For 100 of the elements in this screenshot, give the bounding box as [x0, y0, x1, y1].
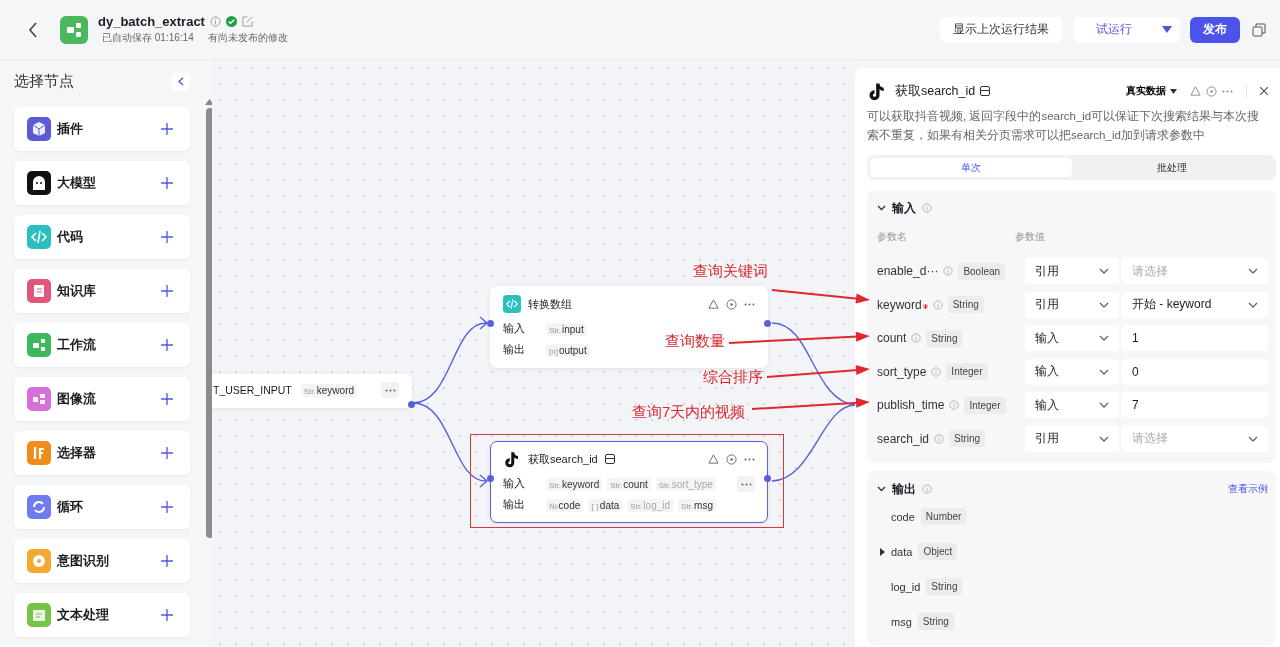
variable-tag: Str.sort_type [655, 477, 716, 491]
more-icon[interactable] [1222, 89, 1233, 93]
workflow-node[interactable]: T_USER_INPUT Str.keyword [212, 374, 412, 408]
close-icon[interactable] [1260, 87, 1268, 95]
type-tag: String [917, 613, 954, 630]
source-select[interactable]: 引用 [1025, 291, 1119, 318]
add-icon[interactable] [161, 285, 173, 297]
value-input[interactable]: 1 [1122, 325, 1268, 351]
value-input[interactable]: 0 [1122, 358, 1268, 385]
sidebar-title: 选择节点 [14, 72, 75, 91]
mode-tab[interactable]: 批处理 [1071, 158, 1273, 177]
node-type-item[interactable]: 图像流 [14, 377, 190, 421]
add-icon[interactable] [161, 339, 173, 351]
music-note-icon [867, 81, 887, 101]
output-port[interactable] [408, 401, 415, 408]
node-type-item[interactable]: 大模型 [14, 161, 190, 205]
source-select[interactable]: 输入 [1025, 392, 1119, 418]
chevron-down-icon [1248, 268, 1258, 274]
node-type-item[interactable]: 插件 [14, 107, 190, 151]
chevron-down-icon [1099, 402, 1109, 408]
autosave-status: 已自动保存 01:16:14 [102, 31, 194, 45]
variable-tag: Str.count [607, 477, 651, 491]
type-tag: Number [920, 508, 967, 525]
port-label: T_USER_INPUT [213, 384, 292, 396]
workflow-node[interactable]: 获取search_id 输入 Str.keyword Str.count Str.sort_type 输出 №code { }data Str.log_id Str.msg [490, 441, 768, 523]
param-name: sort_type [877, 364, 927, 379]
output-name: data [891, 545, 913, 558]
workflow-icon [60, 15, 88, 44]
more-icon [384, 388, 396, 392]
input-port[interactable] [487, 320, 494, 327]
info-icon [934, 433, 945, 444]
unpublished-status: 有尚未发布的修改 [207, 31, 288, 45]
node-type-item[interactable]: 选择器 [14, 431, 190, 475]
node-type-item[interactable]: 代码 [14, 215, 190, 259]
add-icon[interactable] [161, 447, 173, 459]
source-select[interactable]: 引用 [1025, 258, 1119, 284]
add-icon[interactable] [161, 393, 173, 405]
source-select[interactable]: 输入 [1025, 358, 1119, 385]
output-port[interactable] [764, 320, 771, 327]
run-icon[interactable] [726, 298, 737, 310]
back-icon[interactable] [28, 21, 38, 38]
column-header: 参数名 [877, 230, 908, 244]
source-select[interactable]: 引用 [1025, 425, 1119, 452]
add-icon[interactable] [161, 123, 173, 135]
variable-tag: { }data [588, 498, 623, 512]
chevron-down-icon [1248, 301, 1258, 308]
music-note-icon [503, 450, 521, 468]
port-label: 输入 [503, 322, 526, 336]
variable-tag: Str.input [546, 322, 587, 336]
node-description: 可以获取抖音视频, 返回字段中的search_id可以保证下次搜索结果与本次搜索不重复，如果有相关分页需求可以把search_id加到请求参数中 [867, 109, 1261, 143]
node-type-item[interactable]: 文本处理 [14, 593, 190, 637]
node-title: 获取search_id [528, 451, 598, 467]
chevron-down-icon [1099, 268, 1109, 274]
workflow-title: dy_batch_extract [98, 14, 205, 29]
more-icon[interactable] [744, 302, 755, 306]
output-port[interactable] [764, 475, 771, 482]
chevron-down-icon[interactable] [877, 205, 886, 211]
output-name: log_id [891, 580, 921, 593]
run-icon[interactable] [726, 453, 737, 465]
debug-icon[interactable] [708, 453, 719, 465]
value-input[interactable]: 7 [1122, 392, 1268, 418]
add-icon[interactable] [161, 501, 173, 513]
type-tag: String [926, 329, 963, 347]
add-icon[interactable] [161, 231, 173, 243]
node-type-item[interactable]: 工作流 [14, 323, 190, 367]
type-tag: String [949, 430, 986, 447]
view-example-link[interactable]: 查看示例 [1228, 482, 1268, 496]
last-run-button[interactable]: 显示上次运行结果 [940, 16, 1062, 43]
annotation-label: 查询7天内的视频 [632, 403, 746, 422]
copy-icon[interactable] [1252, 22, 1266, 37]
publish-button[interactable]: 发布 [1190, 16, 1240, 43]
column-header: 参数值 [1015, 230, 1045, 244]
add-icon[interactable] [161, 609, 173, 621]
source-select[interactable]: 输入 [1025, 325, 1119, 351]
variable-tag: Str.keyword [300, 383, 358, 397]
add-icon[interactable] [161, 555, 173, 567]
input-port[interactable] [487, 475, 494, 482]
mode-tab[interactable]: 单次 [870, 158, 1072, 177]
scroll-up-icon[interactable] [205, 99, 214, 105]
annotation-label: 综合排序 [703, 368, 763, 387]
value-select[interactable]: 开始 - keyword [1122, 291, 1268, 318]
debug-icon[interactable] [1190, 85, 1201, 97]
add-icon[interactable] [161, 177, 173, 189]
debug-icon[interactable] [708, 298, 719, 310]
info-icon [922, 484, 932, 494]
expand-caret-icon[interactable] [880, 547, 885, 556]
chevron-down-icon[interactable] [877, 486, 886, 492]
caret-icon [1162, 26, 1172, 33]
data-mode-dropdown[interactable]: 真实数据 [1126, 84, 1177, 98]
node-type-item[interactable]: 循环 [14, 485, 190, 529]
collapse-button[interactable] [172, 72, 190, 91]
chevron-left-icon [178, 77, 184, 86]
more-icon[interactable] [744, 457, 755, 461]
node-type-item[interactable]: 知识库 [14, 269, 190, 313]
info-icon [932, 299, 943, 310]
type-tag: Boolean [958, 262, 1006, 280]
param-name: enable_d··· [877, 264, 939, 278]
annotation-label: 查询数量 [665, 332, 725, 351]
node-type-item[interactable]: 意图识别 [14, 539, 190, 583]
info-icon [922, 203, 932, 213]
